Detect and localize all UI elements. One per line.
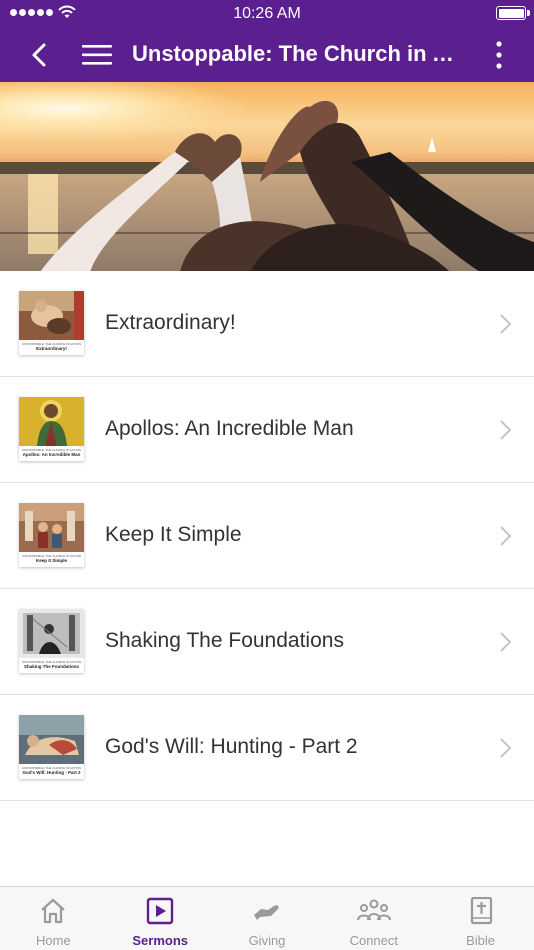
list-item[interactable]: UNSTOPPABLE: THE CHURCH IN ACTION Extrao… (0, 271, 534, 377)
sermon-list: UNSTOPPABLE: THE CHURCH IN ACTION Extrao… (0, 271, 534, 801)
tab-giving[interactable]: Giving (214, 887, 321, 950)
chevron-right-icon (500, 314, 512, 334)
thumbnail-title: Extraordinary! (36, 346, 67, 351)
hamburger-menu-icon[interactable] (82, 42, 112, 68)
chevron-right-icon (500, 420, 512, 440)
navigation-bar: Unstoppable: The Church in Action (0, 28, 534, 82)
tab-bible-label: Bible (466, 933, 496, 948)
tab-sermons[interactable]: Sermons (107, 887, 214, 950)
list-item[interactable]: UNSTOPPABLE: THE CHURCH IN ACTION Shakin… (0, 589, 534, 695)
chevron-left-icon[interactable] (26, 40, 54, 70)
giving-hand-icon (253, 905, 279, 920)
people-group-icon (356, 899, 391, 921)
sermon-thumbnail: UNSTOPPABLE: THE CHURCH IN ACTION Keep I… (19, 503, 84, 567)
status-time: 10:26 AM (233, 5, 301, 22)
thumbnail-title: Keep It Simple (35, 558, 67, 563)
sermon-artwork-image (19, 291, 84, 340)
thumbnail-title: God's Will: Hunting - Part 2 (22, 770, 81, 775)
list-item[interactable]: UNSTOPPABLE: THE CHURCH IN ACTION Apollo… (0, 377, 534, 483)
sermon-artwork-image (19, 503, 84, 552)
chevron-right-icon (500, 738, 512, 758)
sermon-title: Keep It Simple (105, 523, 242, 546)
sermon-title: Apollos: An Incredible Man (105, 417, 354, 440)
tab-bar: Home Sermons Giving Connect Bible (0, 886, 534, 950)
thumbnail-title: Shaking The Foundations (24, 664, 79, 669)
bible-book-icon (470, 897, 492, 925)
tab-bible[interactable]: Bible (427, 887, 534, 950)
tab-connect[interactable]: Connect (320, 887, 427, 950)
status-bar: 10:26 AM (0, 0, 534, 28)
page-title: Unstoppable: The Church in Action (132, 41, 462, 66)
play-square-icon (146, 897, 174, 925)
hero-sunset-illustration (0, 82, 534, 271)
tab-home[interactable]: Home (0, 887, 107, 950)
sermon-thumbnail: UNSTOPPABLE: THE CHURCH IN ACTION God's … (19, 715, 84, 779)
home-icon (41, 898, 66, 924)
sermon-artwork-image (19, 609, 84, 658)
tab-sermons-label: Sermons (132, 933, 189, 948)
sermon-thumbnail: UNSTOPPABLE: THE CHURCH IN ACTION Extrao… (19, 291, 84, 355)
list-item[interactable]: UNSTOPPABLE: THE CHURCH IN ACTION God's … (0, 695, 534, 801)
battery-icon (496, 6, 530, 20)
sermon-thumbnail: UNSTOPPABLE: THE CHURCH IN ACTION Apollo… (19, 397, 84, 461)
tab-connect-label: Connect (349, 933, 398, 948)
sermon-artwork-image (19, 715, 84, 764)
sermon-thumbnail: UNSTOPPABLE: THE CHURCH IN ACTION Shakin… (19, 609, 84, 673)
list-item[interactable]: UNSTOPPABLE: THE CHURCH IN ACTION Keep I… (0, 483, 534, 589)
chevron-right-icon (500, 632, 512, 652)
sermon-title: God's Will: Hunting - Part 2 (105, 735, 358, 758)
series-hero-image (0, 82, 534, 271)
sermon-title: Extraordinary! (105, 311, 236, 334)
tab-giving-label: Giving (248, 933, 286, 948)
chevron-right-icon (500, 526, 512, 546)
thumbnail-title: Apollos: An Incredible Man (22, 452, 81, 457)
sermon-title: Shaking The Foundations (105, 629, 344, 652)
more-vertical-icon[interactable] (494, 40, 504, 70)
sermon-artwork-image (19, 397, 84, 446)
tab-home-label: Home (36, 933, 71, 948)
